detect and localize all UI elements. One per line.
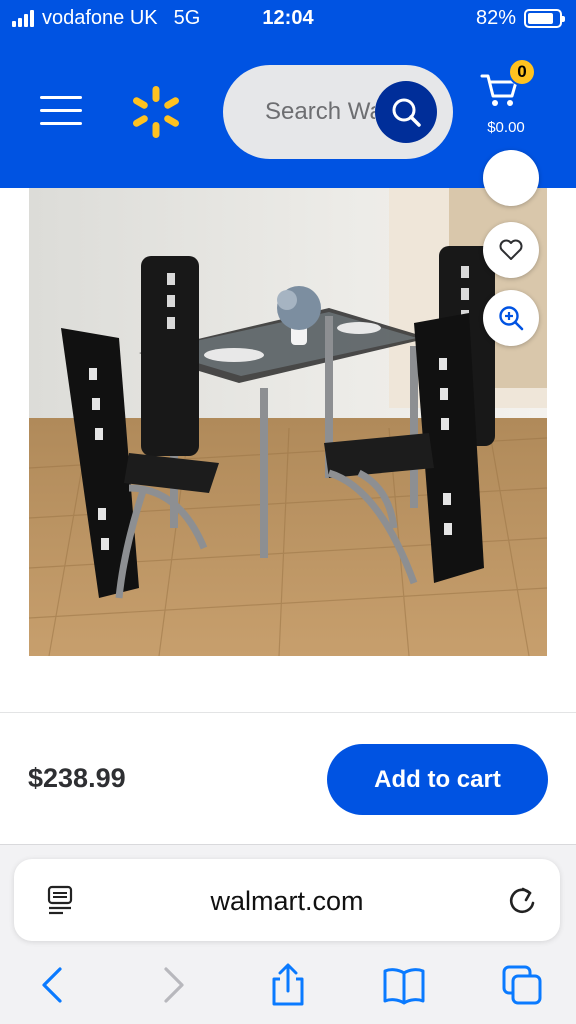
search-input[interactable] bbox=[265, 65, 375, 159]
address-bar[interactable]: walmart.com bbox=[14, 859, 560, 941]
product-price: $238.99 bbox=[28, 763, 126, 793]
url-text: walmart.com bbox=[210, 886, 364, 916]
zoom-button[interactable] bbox=[483, 290, 539, 346]
purchase-bar: $238.99 Add to cart bbox=[0, 712, 576, 844]
share-product-button[interactable] bbox=[483, 150, 539, 206]
status-bar: vodafone UK 5G 12:04 82% bbox=[0, 0, 576, 38]
favorite-heart-icon bbox=[499, 239, 523, 260]
status-right: 82% bbox=[475, 7, 565, 30]
product-image-area bbox=[0, 150, 576, 712]
battery-percent: 82% bbox=[475, 7, 516, 29]
zoom-in-icon bbox=[499, 306, 524, 331]
add-to-cart-button[interactable]: Add to cart bbox=[327, 744, 548, 815]
dining-set-photo[interactable] bbox=[29, 188, 547, 656]
favorite-button[interactable] bbox=[483, 222, 539, 278]
walmart-spark-logo[interactable] bbox=[128, 84, 184, 140]
search-icon bbox=[392, 98, 421, 127]
bookmarks-icon[interactable] bbox=[382, 963, 426, 1007]
share-icon[interactable] bbox=[266, 963, 310, 1007]
cart-button[interactable]: 0 $0.00 bbox=[476, 58, 536, 138]
cart-total: $0.00 bbox=[487, 119, 525, 136]
back-icon[interactable] bbox=[32, 963, 76, 1007]
cart-count-badge: 0 bbox=[508, 58, 536, 86]
forward-icon[interactable] bbox=[150, 963, 194, 1007]
battery-icon bbox=[524, 9, 565, 28]
search-bar bbox=[223, 65, 453, 159]
search-button[interactable] bbox=[375, 81, 437, 143]
battery-fill bbox=[528, 13, 553, 24]
hamburger-menu-icon[interactable] bbox=[40, 96, 82, 128]
tabs-icon[interactable] bbox=[500, 963, 544, 1007]
reload-icon[interactable] bbox=[506, 883, 538, 917]
browser-chrome: walmart.com bbox=[0, 844, 576, 1024]
